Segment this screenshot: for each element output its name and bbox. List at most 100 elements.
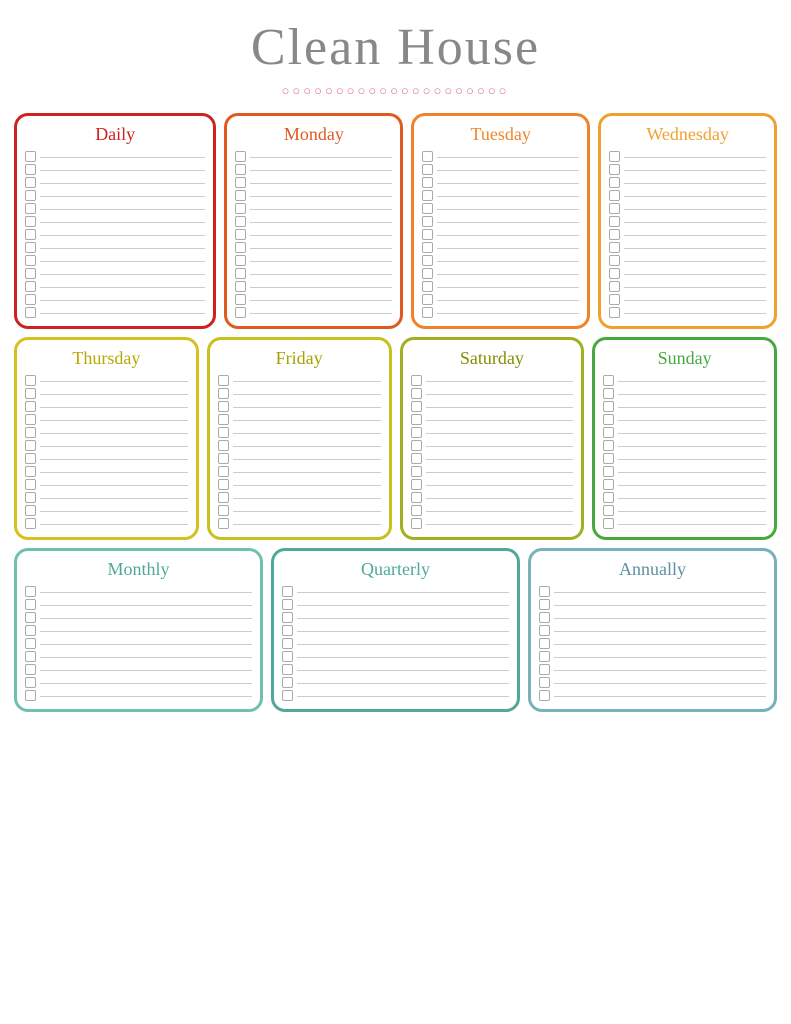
checkbox[interactable]	[218, 440, 229, 451]
checkbox[interactable]	[25, 599, 36, 610]
checkbox[interactable]	[25, 242, 36, 253]
checkbox[interactable]	[411, 492, 422, 503]
checkbox[interactable]	[218, 479, 229, 490]
checkbox[interactable]	[539, 651, 550, 662]
checkbox[interactable]	[25, 492, 36, 503]
checkbox[interactable]	[603, 518, 614, 529]
checkbox[interactable]	[282, 690, 293, 701]
checkbox[interactable]	[235, 281, 246, 292]
checkbox[interactable]	[25, 612, 36, 623]
checkbox[interactable]	[25, 427, 36, 438]
checkbox[interactable]	[25, 307, 36, 318]
checkbox[interactable]	[235, 151, 246, 162]
checkbox[interactable]	[25, 190, 36, 201]
checkbox[interactable]	[25, 177, 36, 188]
checkbox[interactable]	[411, 440, 422, 451]
checkbox[interactable]	[218, 466, 229, 477]
checkbox[interactable]	[218, 414, 229, 425]
checkbox[interactable]	[25, 268, 36, 279]
checkbox[interactable]	[25, 677, 36, 688]
checkbox[interactable]	[235, 255, 246, 266]
checkbox[interactable]	[218, 375, 229, 386]
checkbox[interactable]	[603, 479, 614, 490]
checkbox[interactable]	[603, 401, 614, 412]
checkbox[interactable]	[235, 307, 246, 318]
checkbox[interactable]	[609, 255, 620, 266]
checkbox[interactable]	[422, 255, 433, 266]
checkbox[interactable]	[282, 586, 293, 597]
checkbox[interactable]	[25, 216, 36, 227]
checkbox[interactable]	[25, 151, 36, 162]
checkbox[interactable]	[422, 164, 433, 175]
checkbox[interactable]	[25, 453, 36, 464]
checkbox[interactable]	[411, 414, 422, 425]
checkbox[interactable]	[422, 281, 433, 292]
checkbox[interactable]	[609, 164, 620, 175]
checkbox[interactable]	[25, 505, 36, 516]
checkbox[interactable]	[411, 453, 422, 464]
checkbox[interactable]	[603, 466, 614, 477]
checkbox[interactable]	[25, 401, 36, 412]
checkbox[interactable]	[539, 625, 550, 636]
checkbox[interactable]	[218, 518, 229, 529]
checkbox[interactable]	[422, 294, 433, 305]
checkbox[interactable]	[603, 505, 614, 516]
checkbox[interactable]	[282, 677, 293, 688]
checkbox[interactable]	[235, 203, 246, 214]
checkbox[interactable]	[235, 242, 246, 253]
checkbox[interactable]	[603, 440, 614, 451]
checkbox[interactable]	[609, 177, 620, 188]
checkbox[interactable]	[25, 375, 36, 386]
checkbox[interactable]	[235, 216, 246, 227]
checkbox[interactable]	[25, 479, 36, 490]
checkbox[interactable]	[603, 453, 614, 464]
checkbox[interactable]	[422, 151, 433, 162]
checkbox[interactable]	[539, 690, 550, 701]
checkbox[interactable]	[422, 229, 433, 240]
checkbox[interactable]	[235, 229, 246, 240]
checkbox[interactable]	[25, 586, 36, 597]
checkbox[interactable]	[25, 651, 36, 662]
checkbox[interactable]	[25, 294, 36, 305]
checkbox[interactable]	[411, 388, 422, 399]
checkbox[interactable]	[218, 505, 229, 516]
checkbox[interactable]	[539, 612, 550, 623]
checkbox[interactable]	[235, 268, 246, 279]
checkbox[interactable]	[411, 427, 422, 438]
checkbox[interactable]	[539, 677, 550, 688]
checkbox[interactable]	[282, 651, 293, 662]
checkbox[interactable]	[282, 664, 293, 675]
checkbox[interactable]	[603, 427, 614, 438]
checkbox[interactable]	[25, 388, 36, 399]
checkbox[interactable]	[422, 177, 433, 188]
checkbox[interactable]	[422, 203, 433, 214]
checkbox[interactable]	[411, 466, 422, 477]
checkbox[interactable]	[25, 638, 36, 649]
checkbox[interactable]	[422, 216, 433, 227]
checkbox[interactable]	[603, 375, 614, 386]
checkbox[interactable]	[603, 414, 614, 425]
checkbox[interactable]	[218, 427, 229, 438]
checkbox[interactable]	[25, 518, 36, 529]
checkbox[interactable]	[609, 229, 620, 240]
checkbox[interactable]	[609, 294, 620, 305]
checkbox[interactable]	[609, 203, 620, 214]
checkbox[interactable]	[422, 307, 433, 318]
checkbox[interactable]	[411, 479, 422, 490]
checkbox[interactable]	[609, 307, 620, 318]
checkbox[interactable]	[411, 505, 422, 516]
checkbox[interactable]	[25, 690, 36, 701]
checkbox[interactable]	[539, 586, 550, 597]
checkbox[interactable]	[411, 518, 422, 529]
checkbox[interactable]	[282, 625, 293, 636]
checkbox[interactable]	[609, 281, 620, 292]
checkbox[interactable]	[218, 388, 229, 399]
checkbox[interactable]	[609, 151, 620, 162]
checkbox[interactable]	[25, 625, 36, 636]
checkbox[interactable]	[411, 375, 422, 386]
checkbox[interactable]	[609, 268, 620, 279]
checkbox[interactable]	[282, 612, 293, 623]
checkbox[interactable]	[25, 203, 36, 214]
checkbox[interactable]	[25, 414, 36, 425]
checkbox[interactable]	[235, 164, 246, 175]
